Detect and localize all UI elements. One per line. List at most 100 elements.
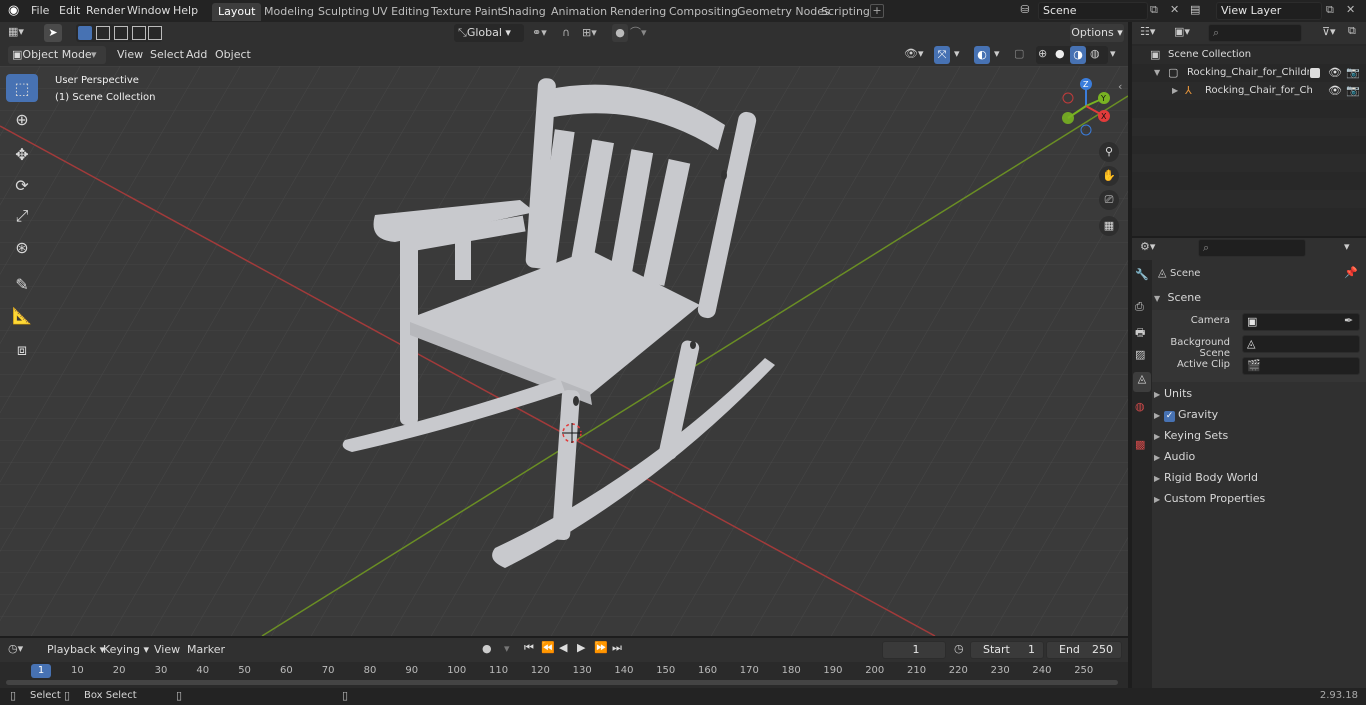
zoom-icon[interactable]: ⚲ [1099,142,1119,162]
menu-add[interactable]: Add [181,47,212,63]
eye-icon[interactable]: 👁 [1328,82,1342,100]
prev-keyframe-icon[interactable]: ⏪ [541,641,555,654]
tab-animation[interactable]: Animation [545,3,613,21]
menu-marker[interactable]: Marker [182,642,230,658]
transform-tool-icon[interactable]: ⊛ [6,233,38,261]
next-keyframe-icon[interactable]: ⏩ [594,641,608,654]
texture-tab-icon[interactable]: ▩ [1135,438,1145,451]
outliner-search-input[interactable]: ⌕ [1208,24,1302,42]
units-section[interactable]: ▶ Units [1154,384,1366,404]
end-frame-field[interactable]: End 250 [1046,641,1122,659]
xray-toggle-icon[interactable]: ▢ [1014,47,1024,60]
pan-hand-icon[interactable]: ✋ [1099,166,1119,186]
delete-scene-icon[interactable]: ✕ [1170,3,1184,19]
add-workspace-button[interactable]: + [870,4,884,18]
navigation-gizmo[interactable]: Z Y X [1056,74,1120,138]
audio-section[interactable]: ▶ Audio [1154,447,1366,467]
cursor-tool-icon[interactable]: ⊕ [6,105,38,133]
sidebar-toggle-icon[interactable]: ‹ [1118,80,1122,93]
proportional-falloff-icon[interactable]: ⌒▾ [630,24,654,42]
menu-object[interactable]: Object [210,47,256,63]
rigid-body-world-section[interactable]: ▶ Rigid Body World [1154,468,1366,488]
wireframe-shading-icon[interactable]: ⊕ [1038,47,1047,60]
rotate-tool-icon[interactable]: ⟳ [6,171,38,199]
add-cube-tool-icon[interactable]: ⧈ [6,336,38,364]
timeline-scrollbar[interactable] [6,680,1118,685]
tab-rendering[interactable]: Rendering [604,3,672,21]
select-extend-icon[interactable] [96,26,110,40]
editor-type-icon[interactable]: ▦▾ [8,25,32,41]
play-reverse-icon[interactable]: ◀ [559,641,567,654]
menu-view[interactable]: View [112,47,148,63]
snap-settings-icon[interactable]: ⊞▾ [582,24,606,42]
gizmo-settings-icon[interactable]: ▾ [954,47,960,60]
select-box-tool-icon[interactable]: ⬚ [6,74,38,102]
filter-icon[interactable]: ⊽▾ [1322,25,1336,38]
active-clip-field[interactable]: 🎬 [1242,357,1360,375]
visibility-filter-icon[interactable]: 👁▾ [904,47,924,60]
active-tool-icon[interactable]: ➤ [44,24,62,42]
auto-keying-icon[interactable]: ● [482,642,492,655]
tab-modeling[interactable]: Modeling [258,3,320,21]
scene-tab-icon[interactable]: ◬ [1133,372,1151,392]
new-view-layer-icon[interactable]: ⧉ [1326,3,1340,19]
new-scene-icon[interactable]: ⧉ [1150,3,1164,19]
timeline-editor-icon[interactable]: ◷▾ [8,642,23,655]
properties-search-input[interactable]: ⌕ [1198,239,1306,257]
custom-properties-section[interactable]: ▶ Custom Properties [1154,489,1366,509]
keying-set-icon[interactable]: ▾ [504,642,510,655]
gravity-section[interactable]: ▶ ✓ Gravity [1154,405,1366,425]
keying-sets-section[interactable]: ▶ Keying Sets [1154,426,1366,446]
tab-layout[interactable]: Layout [212,3,262,21]
annotate-tool-icon[interactable]: ✎ [6,270,38,298]
shading-settings-icon[interactable]: ▾ [1110,47,1116,60]
checkbox-icon[interactable] [1310,68,1320,78]
outliner-row-collection[interactable]: ▼ ▢ Rocking_Chair_for_Children_F 👁 📷 [1132,64,1366,82]
select-subtract-icon[interactable] [114,26,128,40]
view-layer-icon[interactable]: ▤ [1190,3,1212,19]
select-invert-icon[interactable] [132,26,146,40]
delete-view-layer-icon[interactable]: ✕ [1346,3,1360,19]
pivot-point-icon[interactable]: ⚭▾ [532,24,556,42]
playhead[interactable]: 1 [31,664,51,678]
menu-file[interactable]: File [26,3,54,19]
proportional-edit-icon[interactable]: ● [612,24,628,42]
jump-start-icon[interactable]: ⏮ [524,641,534,655]
solid-shading-icon[interactable]: ● [1055,47,1065,60]
background-scene-field[interactable]: ◬ [1242,335,1360,353]
menu-timeline-view[interactable]: View [149,642,185,658]
outliner-editor-icon[interactable]: ☷▾ [1140,25,1155,38]
current-frame-field[interactable]: 1 [882,641,946,659]
expand-arrow-icon[interactable]: ▼ [1154,64,1160,82]
render-camera-icon[interactable]: 📷 [1346,64,1360,82]
rocking-chair-model[interactable] [0,66,1128,636]
output-tab-icon[interactable]: 🖶 [1135,324,1145,343]
scene-name-field[interactable]: Scene [1038,2,1148,20]
scene-selector-icon[interactable]: ⛁ [1014,3,1036,19]
options-button[interactable]: Options ▾ [1070,24,1124,42]
material-shading-icon[interactable]: ◑ [1070,46,1086,64]
outliner-row-scene-collection[interactable]: ▣ Scene Collection [1132,46,1366,64]
transform-orientation-dropdown[interactable]: ⤡ Global ▾ [454,24,524,42]
scene-panel-header[interactable]: ▼ Scene [1154,288,1366,308]
render-camera-icon[interactable]: 📷 [1346,82,1360,100]
snap-toggle-icon[interactable]: ∩ [562,24,578,42]
properties-options-icon[interactable]: ▾ [1344,240,1350,253]
scale-tool-icon[interactable]: ⤢ [6,202,38,230]
render-tab-icon[interactable]: ⎙ [1135,300,1144,314]
overlay-toggle-icon[interactable]: ◐ [974,46,990,64]
camera-view-icon[interactable]: ⎚ [1099,190,1119,210]
view-layer-field[interactable]: View Layer [1216,2,1322,20]
view-layer-tab-icon[interactable]: ▨ [1135,348,1145,361]
3d-viewport[interactable]: User Perspective (1) Scene Collection Z … [0,66,1128,636]
preview-range-icon[interactable]: ◷ [954,642,964,655]
blender-logo-icon[interactable]: ◉ [8,3,24,19]
move-tool-icon[interactable]: ✥ [6,140,38,168]
grid-view-icon[interactable]: ▦ [1099,216,1119,236]
overlay-settings-icon[interactable]: ▾ [994,47,1000,60]
measure-tool-icon[interactable]: 📐 [6,301,38,329]
display-mode-icon[interactable]: ▣▾ [1174,25,1190,38]
pin-icon[interactable]: 📌 [1344,266,1358,279]
menu-help[interactable]: Help [168,3,203,19]
new-collection-icon[interactable]: ⧉ [1348,24,1364,42]
